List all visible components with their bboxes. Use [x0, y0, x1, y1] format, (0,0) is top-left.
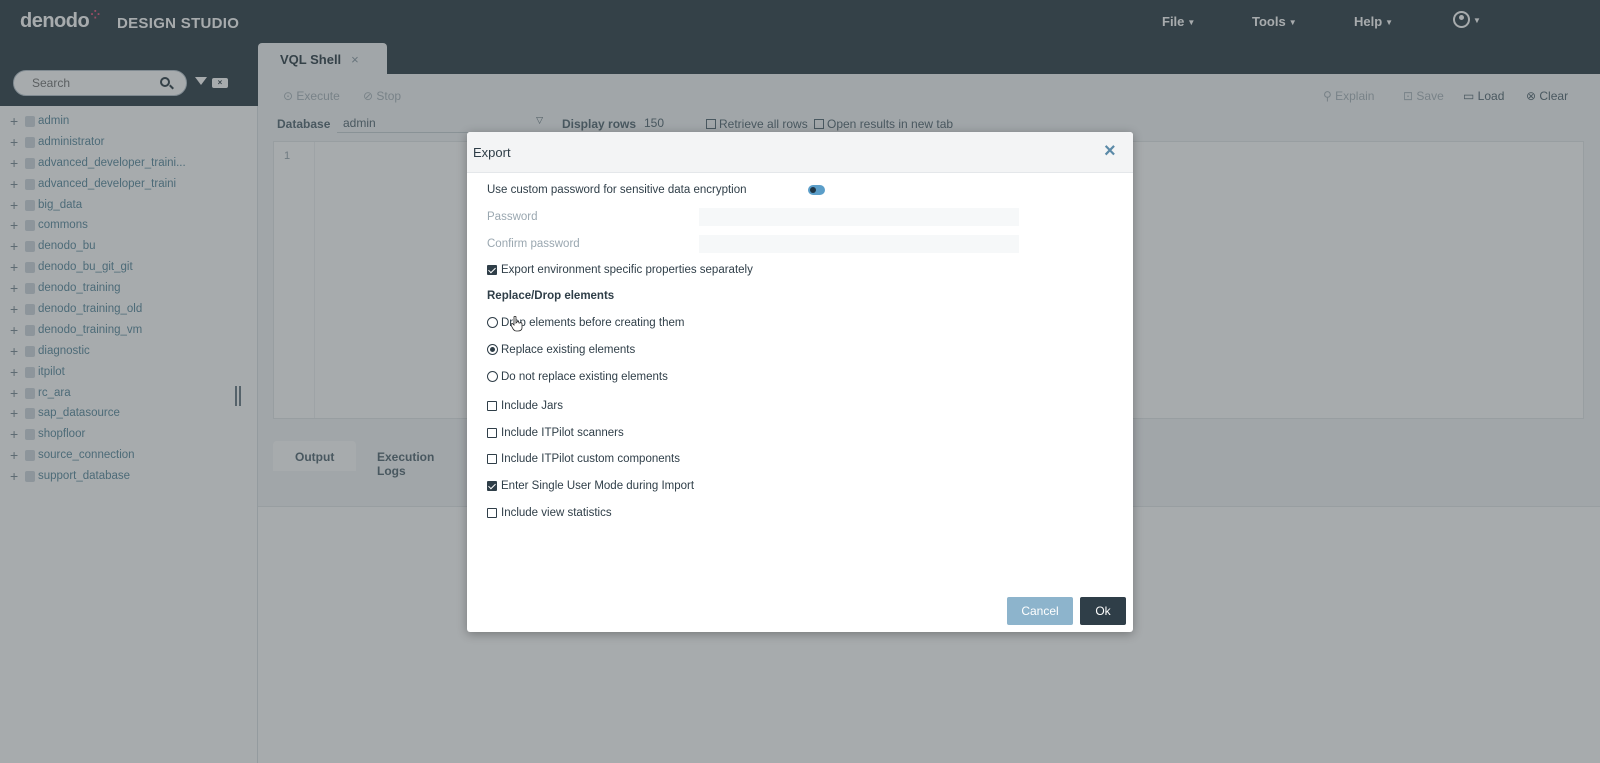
- close-icon[interactable]: ×: [1104, 141, 1116, 161]
- radio-replace-elements[interactable]: [487, 344, 498, 355]
- password-field[interactable]: [699, 208, 1019, 226]
- include-view-statistics-checkbox[interactable]: [487, 508, 497, 518]
- radio-drop-elements-label: Drop elements before creating them: [501, 317, 685, 329]
- include-itpilot-scanners-label: Include ITPilot scanners: [501, 427, 624, 439]
- confirm-password-label: Confirm password: [487, 238, 580, 250]
- include-itpilot-components-checkbox[interactable]: [487, 454, 497, 464]
- custom-password-toggle[interactable]: [808, 185, 825, 195]
- cancel-button[interactable]: Cancel: [1007, 597, 1073, 625]
- ok-button[interactable]: Ok: [1080, 597, 1126, 625]
- include-jars-checkbox[interactable]: [487, 401, 497, 411]
- hand-cursor-icon: [511, 316, 523, 332]
- radio-do-not-replace-label: Do not replace existing elements: [501, 371, 668, 383]
- radio-replace-elements-label: Replace existing elements: [501, 344, 636, 356]
- password-label: Password: [487, 211, 538, 223]
- export-env-checkbox[interactable]: [487, 265, 497, 275]
- confirm-password-field[interactable]: [699, 235, 1019, 253]
- include-jars-label: Include Jars: [501, 400, 564, 412]
- include-itpilot-components-label: Include ITPilot custom components: [501, 453, 680, 465]
- include-view-statistics-label: Include view statistics: [501, 507, 612, 519]
- dialog-title: Export: [473, 145, 511, 160]
- radio-drop-elements[interactable]: [487, 317, 498, 328]
- single-user-mode-label: Enter Single User Mode during Import: [501, 480, 695, 492]
- export-dialog: Export × Use custom password for sensiti…: [467, 132, 1133, 632]
- dialog-header: Export ×: [467, 132, 1133, 173]
- radio-do-not-replace[interactable]: [487, 371, 498, 382]
- single-user-mode-checkbox[interactable]: [487, 481, 497, 491]
- export-env-label: Export environment specific properties s…: [501, 264, 753, 276]
- replace-drop-section-title: Replace/Drop elements: [487, 290, 615, 302]
- include-itpilot-scanners-checkbox[interactable]: [487, 428, 497, 438]
- custom-password-label: Use custom password for sensitive data e…: [487, 184, 747, 196]
